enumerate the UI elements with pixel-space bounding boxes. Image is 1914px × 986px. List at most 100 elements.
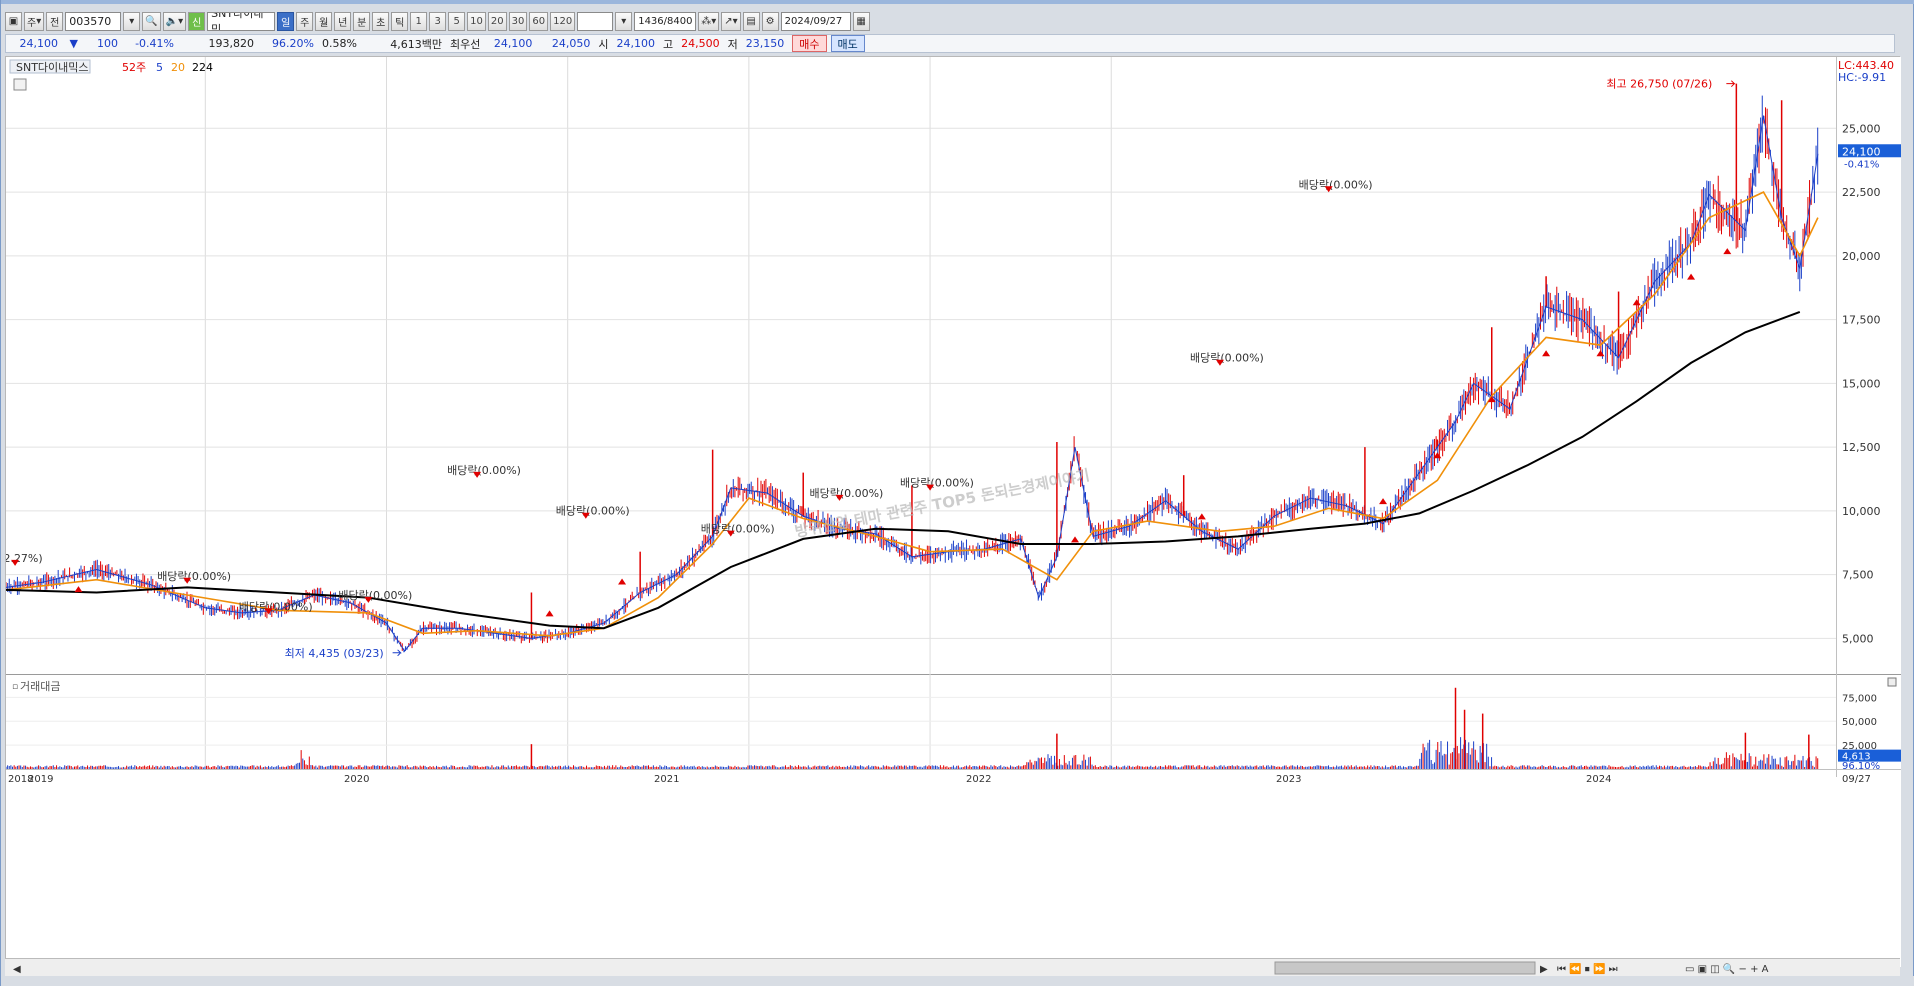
num-button[interactable]: 120 xyxy=(550,11,576,31)
draw-icon[interactable]: ↗▾ xyxy=(721,11,741,31)
scrollbar-svg[interactable]: ◀ ▶ ⏮ ⏪ ⏹ ⏩ ⏭ ▭ ▣ ◫ 🔍 − + A xyxy=(5,959,1900,977)
scroll-thumb[interactable] xyxy=(1274,961,1536,975)
ratio-value: 96.20% xyxy=(272,37,314,50)
code-dropdown-icon[interactable]: ▾ xyxy=(123,11,141,31)
legend-ma224: 224 xyxy=(192,61,213,74)
chart-area[interactable]: 5,000 7,500 10,000 12,500 15,000 17,500 20,000… xyxy=(0,56,1901,967)
window-top-border xyxy=(1,0,1914,4)
chart-settings-icon[interactable]: ⁂▾ xyxy=(698,11,720,31)
scroll-left-icon[interactable]: ◀ xyxy=(13,964,21,975)
best-label: 최우선 xyxy=(450,37,481,51)
turnover-value: 0.58% xyxy=(322,37,357,50)
num-button[interactable]: 3 xyxy=(429,11,447,31)
num-button[interactable]: 30 xyxy=(508,11,528,31)
x-tick-label: 2022 xyxy=(966,774,991,785)
period-month[interactable]: 월 xyxy=(315,11,333,31)
open-label: 시 xyxy=(598,37,609,51)
hc-label: HC:-9.91 xyxy=(1838,71,1886,84)
amount-value: 4,613백만 xyxy=(390,37,442,51)
calendar-icon[interactable]: ▦ xyxy=(852,11,870,31)
pct-tag-label: -0.41% xyxy=(1844,159,1879,170)
stock-name-field[interactable]: SNT다이내믹 xyxy=(207,11,276,31)
volume-pane-icon: ▫ xyxy=(12,682,18,692)
period-year[interactable]: 년 xyxy=(334,11,352,31)
current-price: 24,100 ▼ xyxy=(19,37,78,50)
custom-period-input[interactable] xyxy=(577,11,614,31)
y-tick-label: 22,500 xyxy=(1842,186,1881,199)
save-icon[interactable]: ▤ xyxy=(742,11,760,31)
num-button[interactable]: 20 xyxy=(487,11,507,31)
mode2-select[interactable]: 전 xyxy=(46,11,64,31)
scroll-right-icon[interactable]: ▶ xyxy=(1540,964,1548,975)
legend-ma20: 20 xyxy=(171,61,185,74)
dividend-label: 배당락(0.00%) xyxy=(157,570,231,583)
max-price-label: 최고 26,750 (07/26) xyxy=(1606,78,1712,91)
status-strip xyxy=(1,976,1914,986)
count-field[interactable]: 1436/8400 xyxy=(634,11,697,31)
period-tick[interactable]: 틱 xyxy=(391,11,409,31)
period-day[interactable]: 일 xyxy=(277,11,295,31)
y-tick-label: 20,000 xyxy=(1842,250,1881,263)
volume-pane-title: 거래대금 xyxy=(20,680,60,693)
date-input[interactable]: 2024/09/27 xyxy=(780,11,851,31)
y-tick-label: 25,000 xyxy=(1842,122,1881,135)
y-tick-label: 12,500 xyxy=(1842,441,1881,454)
low-value: 23,150 xyxy=(745,37,785,50)
y-tick-label: 5,000 xyxy=(1842,632,1874,645)
chart-window: ▣ 주 ▾ 전 003570 ▾ 🔍 🔈▾ 신 SNT다이내믹 일 주 월 년 분… xyxy=(0,0,1914,986)
num-button[interactable]: 60 xyxy=(529,11,549,31)
legend-stock-name: SNT다이내믹스 xyxy=(16,61,89,74)
num-button[interactable]: 10 xyxy=(467,11,486,31)
sell-button[interactable]: 매도 xyxy=(830,35,865,52)
high-value: 24,500 xyxy=(681,37,720,50)
volume-tick-label: 75,000 xyxy=(1842,693,1877,704)
dividend-label: 배당락(0.00%) xyxy=(447,464,521,477)
period-minute[interactable]: 분 xyxy=(353,11,371,31)
legend-52w: 52주 xyxy=(122,61,146,74)
period-week[interactable]: 주 xyxy=(296,11,314,31)
chart-svg[interactable]: 5,000 7,500 10,000 12,500 15,000 17,500 20,000… xyxy=(0,57,1901,967)
chart-background xyxy=(6,57,1901,967)
period-second[interactable]: 초 xyxy=(372,11,390,31)
x-tick-label: 2023 xyxy=(1276,774,1301,785)
quote-bar: 24,100 ▼ 100 -0.41% 193,820 96.20% 0.58%… xyxy=(5,34,1895,53)
bid-value: 24,050 xyxy=(551,37,591,50)
dividend-label: 배당락(0.00%) xyxy=(900,477,974,490)
low-label: 저 xyxy=(727,37,738,51)
search-icon[interactable]: 🔍 xyxy=(142,11,161,31)
dividend-label: 배당락(0.00%) xyxy=(338,589,412,602)
zoom-controls-icon[interactable]: ▭ ▣ ◫ 🔍 − + A xyxy=(1685,962,1769,975)
volume-pane-close-icon[interactable] xyxy=(1887,677,1897,687)
num-button[interactable]: 5 xyxy=(448,11,466,31)
y-tick-label: 7,500 xyxy=(1842,569,1874,582)
code-input[interactable]: 003570 xyxy=(65,11,122,31)
ask-value: 24,100 xyxy=(493,37,533,50)
custom-period-dropdown-icon[interactable]: ▾ xyxy=(615,11,633,31)
price-tag-label: 24,100 xyxy=(1842,145,1881,158)
gear-icon[interactable]: ⚙ xyxy=(761,11,779,31)
x-tick-label: 2024 xyxy=(1586,774,1611,785)
mode-select[interactable]: 주 ▾ xyxy=(24,11,45,31)
layout-icon[interactable]: ▣ xyxy=(5,11,22,31)
dividend-label: 배당락(0.00%) xyxy=(556,505,630,518)
dividend-label: 배당락(0.00%) xyxy=(1190,352,1264,365)
volume-value: 193,820 xyxy=(208,37,255,50)
x-axis-line xyxy=(6,769,1901,770)
pane-divider xyxy=(6,674,1901,675)
x-tick-label: 2019 xyxy=(28,774,53,785)
high-label: 고 xyxy=(663,37,674,51)
chart-scrollbar[interactable]: ◀ ▶ ⏮ ⏪ ⏹ ⏩ ⏭ ▭ ▣ ◫ 🔍 − + A xyxy=(5,958,1900,976)
open-value: 24,100 xyxy=(616,37,656,50)
speaker-icon[interactable]: 🔈▾ xyxy=(162,11,187,31)
num-button[interactable]: 1 xyxy=(410,11,428,31)
price-change: 100 xyxy=(97,37,118,50)
buy-button[interactable]: 매수 xyxy=(792,35,827,52)
x-tick-label: 2021 xyxy=(654,774,679,785)
toolbar: ▣ 주 ▾ 전 003570 ▾ 🔍 🔈▾ 신 SNT다이내믹 일 주 월 년 분… xyxy=(5,10,1895,32)
y-tick-label: 15,000 xyxy=(1842,377,1881,390)
change-pct: -0.41% xyxy=(135,37,174,50)
table-toggle-icon[interactable] xyxy=(13,78,27,91)
y-tick-label: 10,000 xyxy=(1842,505,1881,518)
playback-controls-icon[interactable]: ⏮ ⏪ ⏹ ⏩ ⏭ xyxy=(1557,962,1618,975)
min-price-label: 최저 4,435 (03/23) xyxy=(285,647,384,660)
